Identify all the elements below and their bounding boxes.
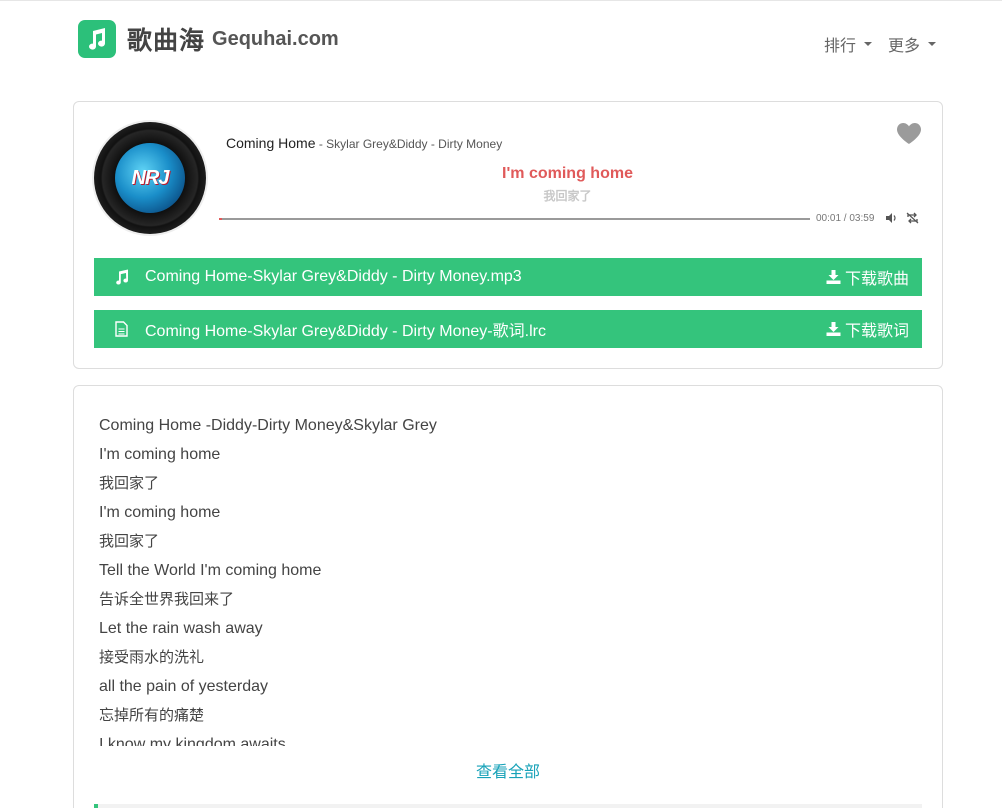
nav-more-dropdown[interactable]: 更多 (888, 32, 936, 56)
lyrics-card: Coming Home -Diddy-Dirty Money&Skylar Gr… (73, 385, 943, 808)
nav-ranking-dropdown[interactable]: 排行 (824, 32, 872, 56)
current-lyric: I'm coming home (502, 165, 633, 182)
lyrics-text: Coming Home -Diddy-Dirty Money&Skylar Gr… (99, 411, 919, 746)
lyric-line: Let the rain wash away (99, 620, 263, 637)
song-info: Coming Home - Skylar Grey&Diddy - Dirty … (226, 135, 502, 151)
heart-icon[interactable] (896, 122, 922, 146)
caret-down-icon (863, 42, 872, 46)
volume-icon[interactable] (886, 213, 898, 223)
file-icon (94, 321, 145, 337)
album-cover: NRJ (115, 143, 185, 213)
lyric-line: I'm coming home (99, 504, 221, 521)
lyrics-filename: Coming Home-Skylar Grey&Diddy - Dirty Mo… (145, 323, 546, 340)
album-disc: NRJ (94, 122, 206, 234)
song-artist: - Skylar Grey&Diddy - Dirty Money (315, 137, 503, 151)
lyric-line: I know my kingdom awaits (99, 736, 286, 746)
lyric-line: 告诉全世界我回来了 (99, 591, 235, 608)
current-lyric-translation: 我回家了 (543, 189, 592, 203)
logo-domain: Gequhai.com (212, 27, 339, 50)
lyric-line: 忘掉所有的痛楚 (99, 707, 205, 724)
caret-down-icon (928, 42, 936, 46)
download-song-row: Coming Home-Skylar Grey&Diddy - Dirty Mo… (94, 258, 922, 296)
music-note-logo-icon (78, 20, 116, 58)
lyric-line: Tell the World I'm coming home (99, 562, 322, 579)
nav-more-label: 更多 (887, 38, 920, 55)
player-card: NRJ Coming Home - Skylar Grey&Diddy - Di… (73, 101, 943, 369)
lyric-line: Coming Home -Diddy-Dirty Money&Skylar Gr… (99, 417, 437, 434)
lyric-line: 我回家了 (99, 533, 160, 550)
loop-off-icon[interactable] (906, 212, 919, 224)
nav-ranking-label: 排行 (823, 38, 856, 55)
top-nav: 排行 更多 (824, 32, 936, 56)
logo-chinese-name: 歌曲海 (127, 27, 206, 55)
music-note-icon (94, 269, 145, 285)
download-song-button[interactable]: 下载歌曲 (826, 265, 922, 289)
download-icon (826, 270, 841, 284)
download-lyrics-row: Coming Home-Skylar Grey&Diddy - Dirty Mo… (94, 310, 922, 348)
lyric-line: 我回家了 (99, 475, 160, 492)
song-title: Coming Home (226, 135, 316, 151)
view-all-lyrics-link[interactable]: 查看全部 (74, 758, 942, 782)
time-display: 00:01 / 03:59 (816, 213, 875, 224)
download-icon (826, 322, 841, 336)
song-filename: Coming Home-Skylar Grey&Diddy - Dirty Mo… (145, 268, 522, 285)
lyric-line: I'm coming home (99, 446, 221, 463)
site-header: 歌曲海 Gequhai.com 排行 更多 (0, 1, 1002, 81)
lyric-line: all the pain of yesterday (99, 678, 268, 695)
progress-fill (219, 218, 222, 220)
download-lyrics-button[interactable]: 下载歌词 (826, 317, 922, 341)
download-song-label: 下载歌曲 (844, 271, 909, 288)
progress-bar[interactable] (219, 218, 810, 220)
site-logo[interactable]: 歌曲海 Gequhai.com (78, 20, 339, 58)
lyric-line: 接受雨水的洗礼 (99, 649, 205, 666)
next-section-bar (94, 804, 922, 808)
cover-logo-text: NRJ (131, 166, 169, 189)
download-lyrics-label: 下载歌词 (844, 323, 909, 340)
